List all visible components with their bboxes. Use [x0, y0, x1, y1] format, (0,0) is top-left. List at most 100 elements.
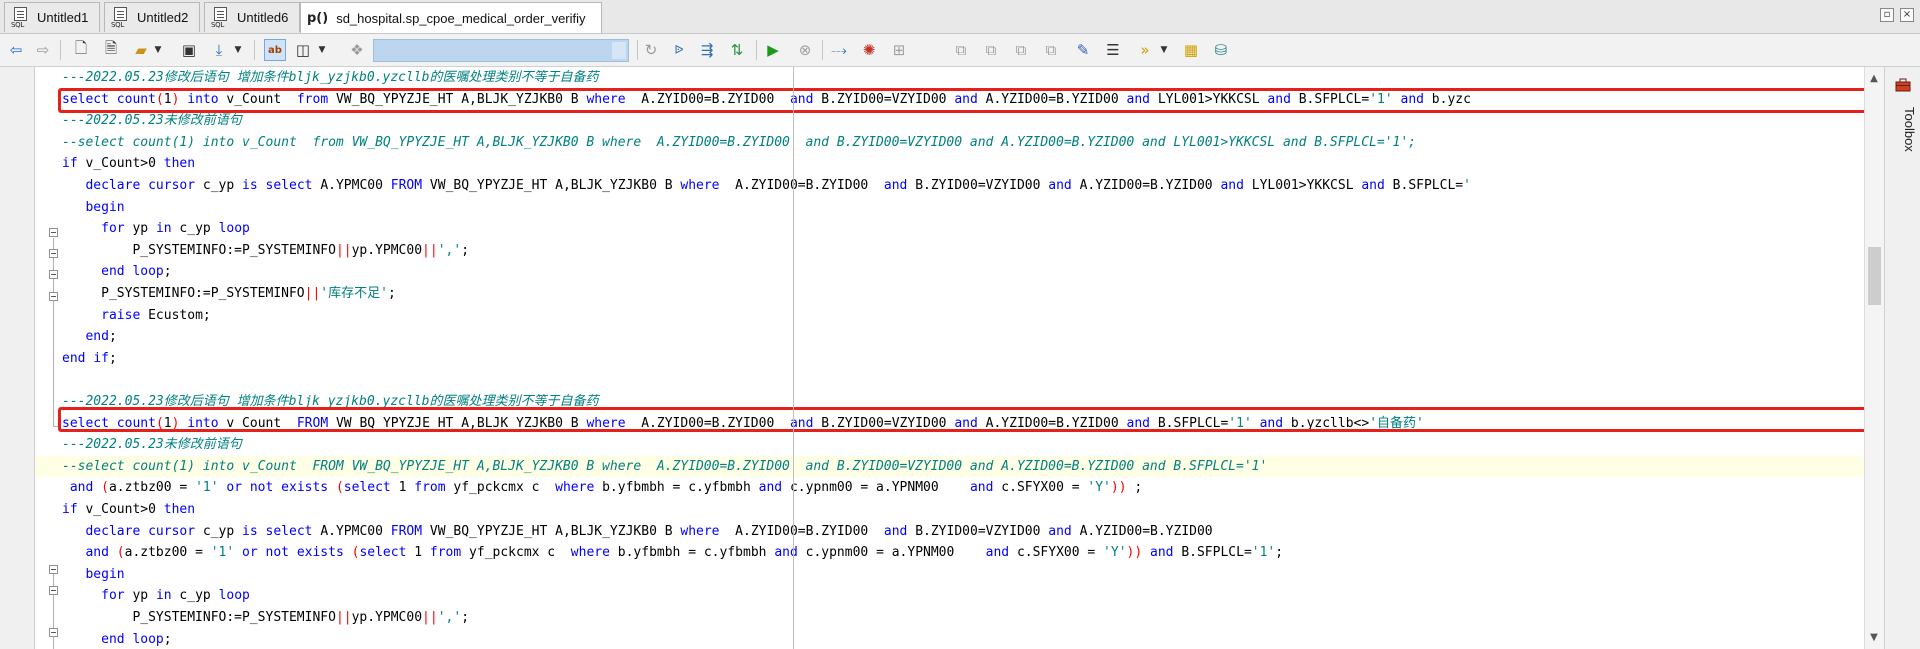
- code-line[interactable]: begin: [35, 197, 1884, 218]
- code-line-text: raise Ecustom;: [101, 307, 211, 323]
- gutter: [0, 67, 35, 649]
- code-line-text: if v_Count>0 then: [62, 156, 196, 172]
- code-line[interactable]: P_SYSTEMINFO:=P_SYSTEMINFO||yp.YPMC00||'…: [35, 240, 1884, 261]
- code-line-text: begin: [85, 199, 125, 215]
- indent-icon[interactable]: ☰: [1102, 39, 1124, 61]
- code-line[interactable]: [35, 369, 1884, 390]
- tab-sd-hospital-procedure[interactable]: p() sd_hospital.sp_cpoe_medical_order_ve…: [300, 2, 602, 33]
- tab-untitled2[interactable]: SQL Untitled2: [104, 2, 200, 32]
- code-line[interactable]: declare cursor c_yp is select A.YPMC00 F…: [35, 521, 1884, 542]
- stop-icon[interactable]: ⊗: [794, 39, 816, 61]
- save-as-icon[interactable]: ⤓: [208, 39, 230, 61]
- tab-untitled1[interactable]: SQL Untitled1: [4, 2, 100, 32]
- sql-file-icon: SQL: [11, 6, 31, 29]
- tab-label: sd_hospital.sp_cpoe_medical_order_verifi…: [336, 10, 586, 26]
- code-line[interactable]: begin: [35, 564, 1884, 585]
- tab-untitled6[interactable]: SQL Untitled6: [204, 2, 300, 32]
- combo-dropdown-icon[interactable]: [612, 42, 626, 59]
- database-icon[interactable]: ⛁: [1210, 39, 1232, 61]
- code-line[interactable]: for yp in c_yp loop: [35, 585, 1884, 606]
- code-line[interactable]: and (a.ztbz00 = '1' or not exists (selec…: [35, 542, 1884, 563]
- forward-arrow-icon[interactable]: ⇨: [32, 39, 54, 61]
- code-line[interactable]: end loop;: [35, 629, 1884, 649]
- code-line[interactable]: P_SYSTEMINFO:=P_SYSTEMINFO||'库存不足';: [35, 283, 1884, 304]
- tab-label: Untitled6: [237, 10, 289, 25]
- scrollbar-thumb[interactable]: [1868, 247, 1881, 305]
- code-line[interactable]: if v_Count>0 then: [35, 499, 1884, 520]
- close-button[interactable]: ×: [1900, 8, 1914, 22]
- code-line[interactable]: end if;: [35, 348, 1884, 369]
- code-line-text: declare cursor c_yp is select A.YPMC00 F…: [85, 523, 1213, 539]
- code-line[interactable]: ---2022.05.23未修改前语句: [35, 110, 1884, 131]
- code-line-text: ---2022.05.23未修改前语句: [62, 113, 242, 129]
- code-line-text: end if;: [62, 350, 117, 366]
- split-dropdown-icon[interactable]: ▼: [316, 39, 328, 61]
- editor-toolbar: ⇦ ⇨ 🗋 🗎 ▰ ▼ ▣ ⤓ ▼ ab ◫ ▼ ❖ ↻ ᐉ ⇶ ⇅ ▶ ⊗ ⤏…: [0, 34, 1920, 67]
- code-line[interactable]: ---2022.05.23未修改前语句: [35, 434, 1884, 455]
- sql-format-icon[interactable]: ᐉ: [668, 39, 690, 61]
- run-icon[interactable]: ▶: [762, 39, 784, 61]
- save-dropdown-icon[interactable]: ▼: [232, 39, 244, 61]
- code-line[interactable]: if v_Count>0 then: [35, 153, 1884, 174]
- toolbox-icon: [1895, 78, 1911, 92]
- highlight-box-modified-query-2: [58, 407, 1872, 432]
- code-line[interactable]: --select count(1) into v_Count from VW_B…: [35, 132, 1884, 153]
- tab-label: Untitled2: [137, 10, 189, 25]
- code-line[interactable]: end loop;: [35, 261, 1884, 282]
- help-icon[interactable]: ▦: [1180, 39, 1202, 61]
- code-line[interactable]: --select count(1) into v_Count FROM VW_B…: [35, 455, 1884, 477]
- copy-icon[interactable]: ⧉: [950, 39, 972, 61]
- debug-icon[interactable]: ✺: [858, 39, 880, 61]
- code-line-text: end loop;: [101, 264, 172, 280]
- new-from-template-icon[interactable]: 🗎: [100, 39, 122, 61]
- right-margin-guide: [793, 67, 794, 649]
- analyze-icon[interactable]: ⇅: [726, 39, 748, 61]
- back-arrow-icon[interactable]: ⇦: [5, 39, 27, 61]
- paste-icon[interactable]: ⧉: [980, 39, 1002, 61]
- new-file-icon[interactable]: 🗋: [70, 39, 92, 61]
- bookmark-next-icon[interactable]: »: [1134, 39, 1156, 61]
- highlight-box-modified-query-1: [58, 88, 1884, 113]
- clear-icon[interactable]: ⧉: [1040, 39, 1062, 61]
- code-line[interactable]: for yp in c_yp loop: [35, 218, 1884, 239]
- code-line-text: and (a.ztbz00 = '1' or not exists (selec…: [85, 545, 1284, 561]
- open-folder-icon[interactable]: ▰: [130, 39, 152, 61]
- refresh-icon[interactable]: ↻: [640, 39, 662, 61]
- code-line[interactable]: and (a.ztbz00 = '1' or not exists (selec…: [35, 477, 1884, 498]
- toolbox-label: Toolbox: [1902, 107, 1917, 152]
- bookmark-dropdown-icon[interactable]: ▼: [1158, 39, 1170, 61]
- code-line[interactable]: end;: [35, 326, 1884, 347]
- code-line-text: and (a.ztbz00 = '1' or not exists (selec…: [69, 480, 1143, 496]
- split-view-icon[interactable]: ◫: [292, 39, 314, 61]
- tab-bar: SQL Untitled1 SQL Untitled2 SQL Untitled…: [0, 0, 1920, 34]
- tab-label: Untitled1: [37, 10, 89, 25]
- save-icon[interactable]: ▣: [178, 39, 200, 61]
- compare-icon[interactable]: ⧉: [1010, 39, 1032, 61]
- scroll-up-icon[interactable]: ▲: [1868, 73, 1880, 84]
- scroll-down-icon[interactable]: ▼: [1868, 632, 1880, 643]
- code-line-text: for yp in c_yp loop: [101, 221, 250, 237]
- code-completion-icon[interactable]: ab: [264, 39, 286, 61]
- procedure-icon: p(): [307, 10, 329, 26]
- breakpoint-icon[interactable]: ⊞: [888, 39, 910, 61]
- open-dropdown-icon[interactable]: ▼: [152, 39, 164, 61]
- code-line[interactable]: declare cursor c_yp is select A.YPMC00 F…: [35, 175, 1884, 196]
- code-line-text: declare cursor c_yp is select A.YPMC00 F…: [85, 178, 1471, 193]
- object-icon[interactable]: ❖: [346, 39, 368, 61]
- code-line-text: ---2022.05.23修改后语句 增加条件bljk_yzjkb0.yzcll…: [62, 70, 599, 85]
- code-line-text: ---2022.05.23未修改前语句: [62, 437, 242, 453]
- vertical-scrollbar[interactable]: ▲ ▼: [1864, 67, 1884, 649]
- describe-icon[interactable]: ⇶: [696, 39, 718, 61]
- object-selector-combo[interactable]: [373, 39, 629, 62]
- code-line-text: begin: [85, 566, 125, 582]
- step-icon[interactable]: ⤏: [828, 39, 850, 61]
- code-line[interactable]: P_SYSTEMINFO:=P_SYSTEMINFO||yp.YPMC00||'…: [35, 607, 1884, 628]
- code-line[interactable]: raise Ecustom;: [35, 305, 1884, 326]
- code-line-text: for yp in c_yp loop: [101, 588, 250, 604]
- tools-icon[interactable]: ✎: [1072, 39, 1094, 61]
- code-line[interactable]: ---2022.05.23修改后语句 增加条件bljk_yzjkb0.yzcll…: [35, 67, 1884, 88]
- restore-button[interactable]: ▫: [1880, 8, 1894, 22]
- code-line-text: P_SYSTEMINFO:=P_SYSTEMINFO||yp.YPMC00||'…: [62, 610, 470, 625]
- code-editor[interactable]: ---2022.05.23修改后语句 增加条件bljk_yzjkb0.yzcll…: [35, 67, 1884, 649]
- toolbox-panel[interactable]: Toolbox: [1884, 67, 1920, 649]
